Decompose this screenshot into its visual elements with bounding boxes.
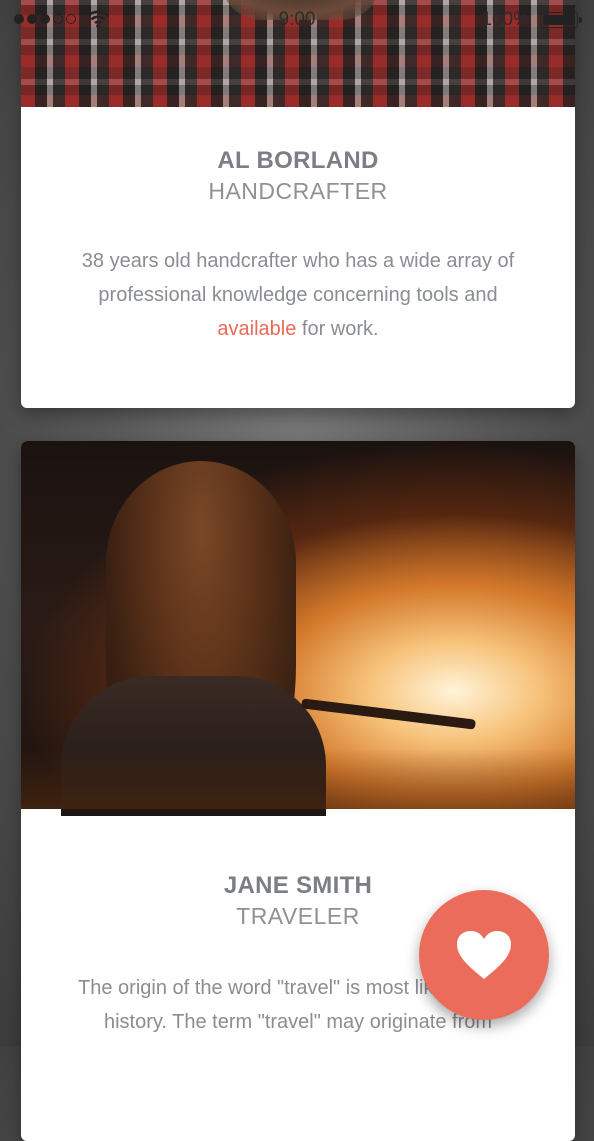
profile-card[interactable]: AL BORLAND HANDCRAFTER 38 years old hand…: [21, 0, 575, 408]
status-bar: 9:00 100%: [0, 0, 594, 40]
availability-link[interactable]: available: [217, 318, 296, 340]
favorite-button[interactable]: [419, 890, 549, 1020]
profile-name: AL BORLAND: [217, 147, 379, 174]
profile-role: HANDCRAFTER: [208, 178, 388, 204]
profile-card[interactable]: JANE SMITH TRAVELER The origin of the wo…: [21, 441, 575, 1141]
profile-bio: 38 years old handcrafter who has a wide …: [81, 250, 515, 340]
profile-photo: [21, 441, 575, 816]
heart-icon: [457, 931, 511, 979]
battery-percentage: 100%: [481, 9, 530, 30]
battery-icon: [540, 12, 582, 28]
